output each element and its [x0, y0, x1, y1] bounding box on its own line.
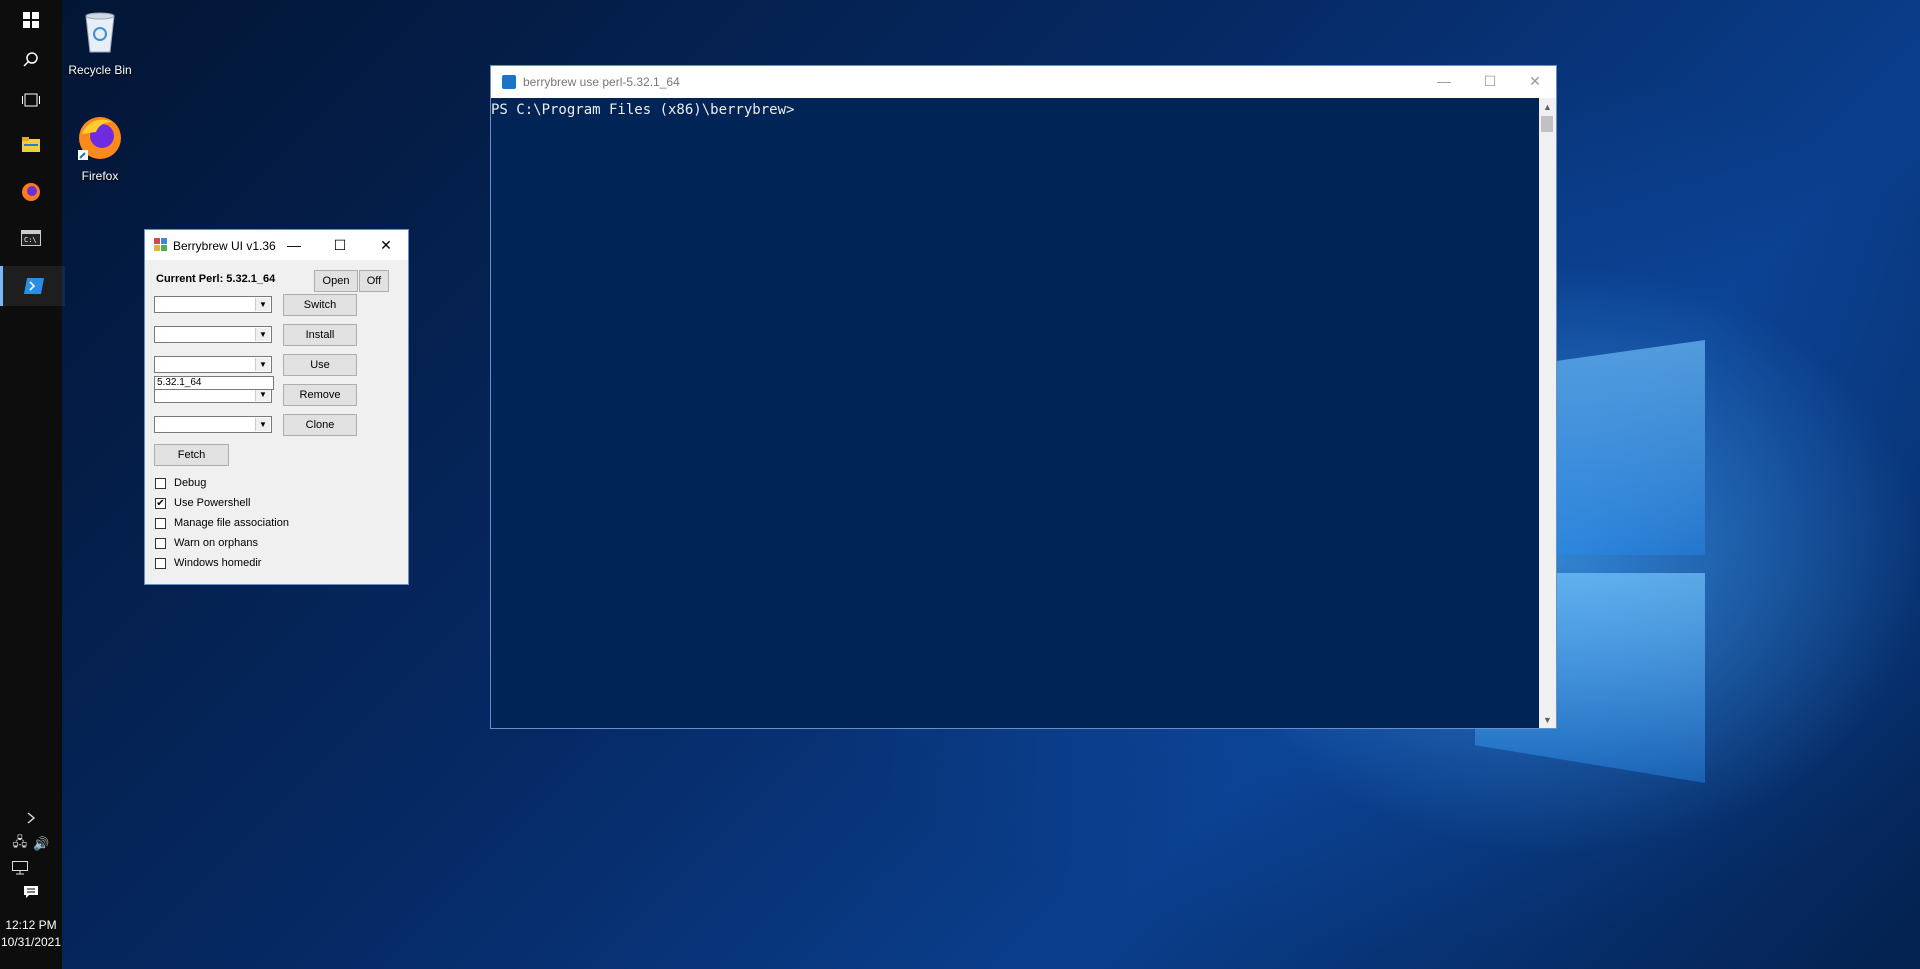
maximize-button[interactable]: ☐ [317, 230, 363, 260]
use-combo-text[interactable]: 5.32.1_64 [154, 376, 274, 390]
vertical-scrollbar[interactable]: ▲ ▼ [1539, 98, 1556, 728]
notification-icon [24, 886, 38, 898]
firefox-taskbar-button[interactable] [0, 172, 62, 212]
powershell-taskbar-button[interactable] [0, 266, 65, 306]
action-center-button[interactable] [0, 872, 62, 912]
windows-homedir-checkbox[interactable]: Windows homedir [155, 557, 261, 569]
switch-button[interactable]: Switch [283, 294, 357, 316]
warn-on-orphans-checkbox[interactable]: Warn on orphans [155, 537, 258, 549]
debug-checkbox[interactable]: Debug [155, 477, 206, 489]
fetch-button[interactable]: Fetch [154, 444, 229, 466]
firefox-icon [78, 117, 121, 160]
remove-button[interactable]: Remove [283, 384, 357, 406]
close-icon: ✕ [380, 236, 392, 253]
use-powershell-checkbox[interactable]: ✔ Use Powershell [155, 497, 250, 509]
taskbar-clock[interactable]: 12:12 PM 10/31/2021 [0, 917, 62, 951]
taskbar: C:\ 🖧 🔊 12:12 PM 10/31/2021 [0, 0, 65, 969]
firefox-icon [22, 183, 40, 201]
use-button[interactable]: Use [283, 354, 357, 376]
close-button[interactable]: ✕ [363, 230, 409, 260]
chevron-right-icon [27, 812, 36, 824]
checkbox-label: Windows homedir [174, 557, 262, 569]
cmd-taskbar-button[interactable]: C:\ [0, 218, 62, 258]
minimize-button[interactable]: — [1421, 66, 1467, 96]
checkbox-box [155, 537, 166, 549]
desktop-icon-label: Firefox [81, 169, 119, 183]
clock-date: 10/31/2021 [0, 935, 62, 949]
file-explorer-button[interactable] [0, 124, 62, 164]
install-button[interactable]: Install [283, 324, 357, 346]
scroll-thumb[interactable] [1541, 116, 1553, 132]
clone-combo[interactable]: ▼ [154, 416, 272, 433]
console-icon: C:\ [21, 230, 41, 246]
install-combo[interactable]: ▼ [154, 326, 272, 343]
close-icon: ✕ [1529, 72, 1541, 89]
task-view-button[interactable] [0, 80, 62, 120]
off-button[interactable]: Off [359, 270, 389, 292]
maximize-icon: ☐ [333, 236, 347, 253]
minimize-icon: — [287, 237, 301, 253]
checkbox-label: Debug [174, 477, 207, 489]
manage-file-association-checkbox[interactable]: Manage file association [155, 517, 289, 529]
task-view-icon [22, 93, 40, 107]
current-perl-label: Current Perl: 5.32.1_64 [156, 273, 276, 285]
checkbox-box [155, 557, 166, 569]
scroll-up-icon[interactable]: ▲ [1539, 98, 1556, 115]
scroll-down-icon[interactable]: ▼ [1539, 711, 1556, 728]
maximize-icon: ☐ [1483, 72, 1497, 89]
chevron-down-icon: ▼ [255, 358, 270, 371]
chevron-down-icon: ▼ [255, 298, 270, 311]
desktop-icon-label: Recycle Bin [68, 63, 132, 77]
app-icon [154, 238, 167, 251]
berrybrew-body: Current Perl: 5.32.1_64 Open Off ▼ Switc… [145, 260, 408, 584]
checkbox-label: Manage file association [174, 517, 289, 529]
checkbox-box [155, 517, 166, 529]
powershell-icon [24, 278, 44, 294]
checkbox-label: Warn on orphans [174, 537, 258, 549]
maximize-button[interactable]: ☐ [1467, 66, 1513, 96]
checkbox-label: Use Powershell [174, 497, 251, 509]
clone-button[interactable]: Clone [283, 414, 357, 436]
berrybrew-window: Berrybrew UI v1.36 — ☐ ✕ Current Perl: 5… [144, 229, 409, 585]
desktop-icon-recycle-bin[interactable]: Recycle Bin [56, 8, 144, 77]
console-prompt: PS C:\Program Files (x86)\berrybrew> [491, 102, 795, 118]
minimize-icon: — [1437, 73, 1451, 89]
desktop-icon-firefox[interactable]: Firefox [56, 114, 144, 183]
powershell-title-bar[interactable]: berrybrew use perl-5.32.1_64 — ☐ ✕ [491, 66, 1556, 98]
close-button[interactable]: ✕ [1512, 66, 1558, 96]
powershell-icon [502, 75, 516, 89]
chevron-down-icon: ▼ [255, 418, 270, 431]
svg-text:C:\: C:\ [24, 236, 37, 244]
search-icon [23, 52, 38, 67]
checkbox-box [155, 477, 166, 489]
window-title: berrybrew use perl-5.32.1_64 [523, 75, 680, 89]
use-combo[interactable]: ▼ [154, 356, 272, 373]
checkmark-icon: ✔ [155, 497, 166, 509]
switch-combo[interactable]: ▼ [154, 296, 272, 313]
berrybrew-title-bar[interactable]: Berrybrew UI v1.36 — ☐ ✕ [145, 230, 408, 260]
folder-icon [22, 137, 40, 152]
chevron-down-icon: ▼ [255, 328, 270, 341]
start-button[interactable] [0, 0, 62, 40]
window-title: Berrybrew UI v1.36 [173, 239, 276, 253]
console-output[interactable]: PS C:\Program Files (x86)\berrybrew> [491, 98, 1539, 728]
clock-time: 12:12 PM [5, 918, 57, 932]
windows-icon [23, 12, 39, 28]
powershell-window: berrybrew use perl-5.32.1_64 — ☐ ✕ PS C:… [490, 65, 1557, 729]
minimize-button[interactable]: — [271, 230, 317, 260]
open-button[interactable]: Open [314, 270, 358, 292]
search-button[interactable] [0, 40, 62, 80]
recycle-bin-icon [85, 12, 115, 53]
